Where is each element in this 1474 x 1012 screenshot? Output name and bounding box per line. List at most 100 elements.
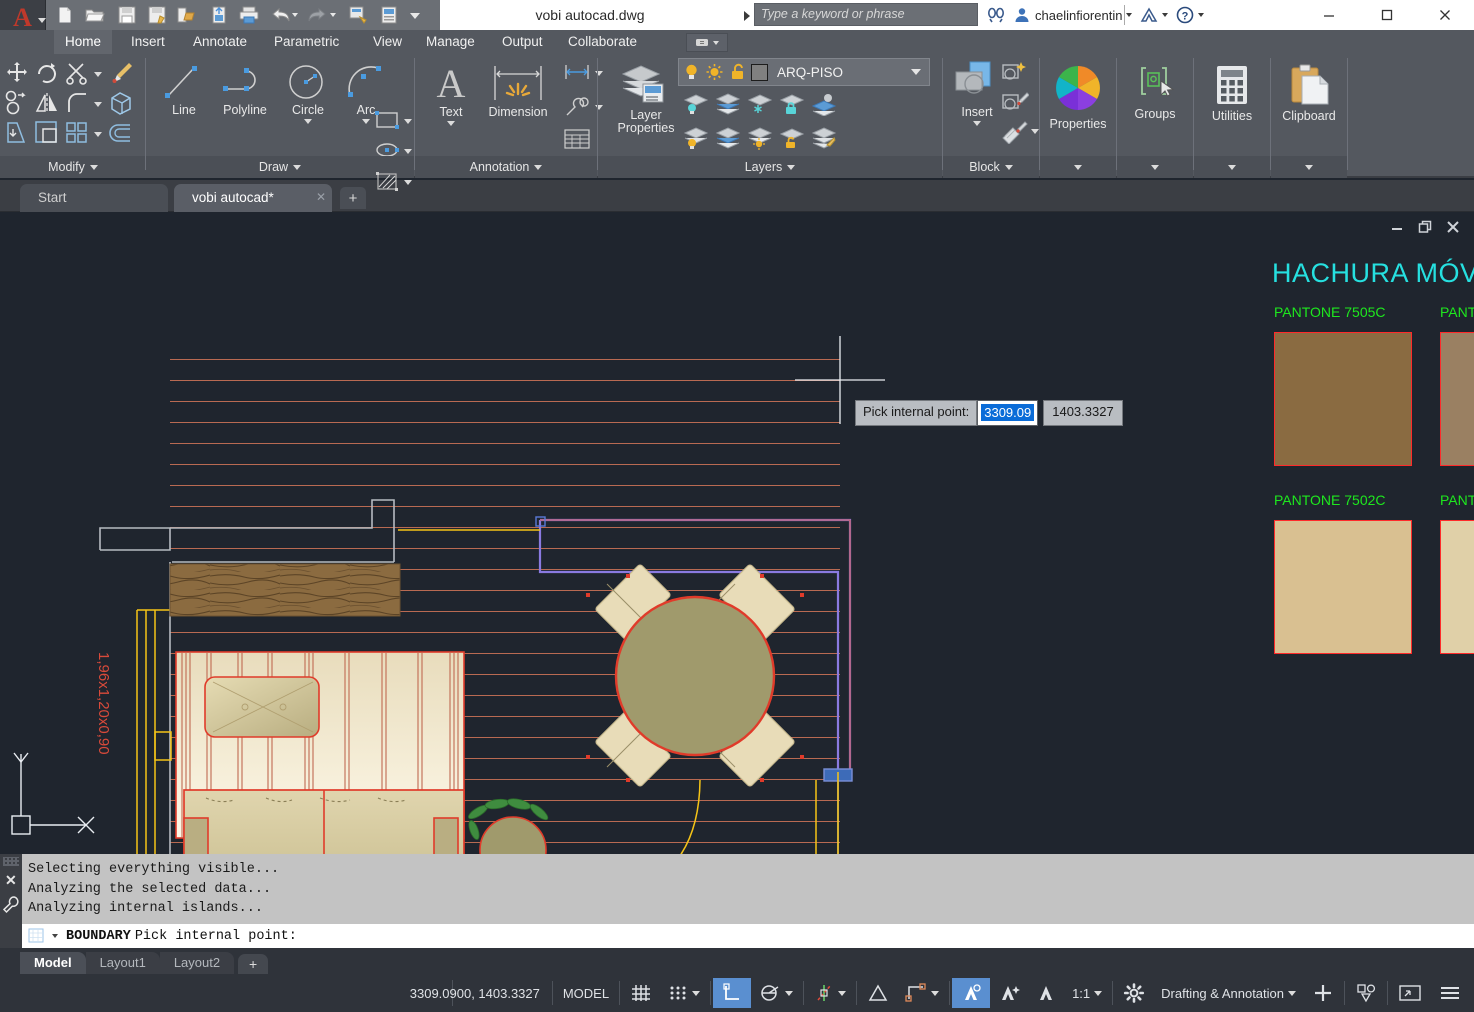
redo-dropdown-icon[interactable]: [330, 13, 336, 17]
customize-wrench-icon[interactable]: [2, 896, 19, 919]
close-icon[interactable]: ✕: [5, 872, 17, 889]
chevron-down-icon[interactable]: [838, 990, 847, 996]
panel-title-layers[interactable]: Layers: [598, 156, 942, 178]
search-input[interactable]: Type a keyword or phrase: [754, 3, 978, 26]
tab-view[interactable]: View: [362, 30, 413, 54]
layer-thaw-all-icon[interactable]: [746, 126, 774, 155]
create-block-icon[interactable]: [1001, 60, 1029, 89]
plot-preview-icon[interactable]: [378, 4, 400, 26]
search-help-icon[interactable]: [982, 0, 1010, 30]
move-icon[interactable]: [4, 60, 30, 91]
chevron-down-icon[interactable]: [692, 990, 701, 996]
tab-home[interactable]: Home: [54, 30, 113, 54]
offset-icon[interactable]: [108, 120, 134, 151]
chevron-down-icon[interactable]: [785, 990, 794, 996]
model-space-button[interactable]: MODEL: [555, 978, 617, 1008]
copy-icon[interactable]: [4, 90, 30, 121]
tool-insert-block[interactable]: Insert: [949, 60, 1005, 126]
dynamic-ucs-toggle[interactable]: [859, 978, 897, 1008]
layer-unlock2-icon[interactable]: [778, 126, 806, 155]
tab-output[interactable]: Output: [491, 30, 554, 54]
panel-title-clipboard[interactable]: [1271, 156, 1347, 178]
tab-parametric[interactable]: Parametric: [263, 30, 350, 54]
layout-tab-layout1[interactable]: Layout1: [85, 952, 160, 974]
layer-match-icon[interactable]: [810, 126, 838, 155]
layer-turn-all-on-icon[interactable]: [682, 126, 710, 155]
arc-dropdown-icon[interactable]: [362, 119, 370, 124]
tool-layer-properties[interactable]: Layer Properties: [610, 60, 682, 135]
polar-tracking-toggle[interactable]: [751, 978, 801, 1008]
plot-icon[interactable]: [238, 4, 260, 26]
autoscale-toggle[interactable]: [990, 978, 1028, 1008]
workspace-selector[interactable]: Drafting & Annotation: [1153, 978, 1304, 1008]
grid-display-toggle[interactable]: [622, 978, 660, 1008]
chevron-down-icon[interactable]: [1094, 990, 1103, 996]
new-file-tab-button[interactable]: +: [340, 187, 366, 209]
redo-icon[interactable]: [306, 4, 328, 26]
3d-box-icon[interactable]: [108, 90, 134, 121]
trim-dropdown-icon[interactable]: [94, 72, 102, 77]
panel-title-properties[interactable]: [1040, 156, 1116, 178]
scale-selector[interactable]: 1:1: [1064, 978, 1110, 1008]
scale-icon[interactable]: [34, 120, 60, 151]
dynamic-input-tooltip[interactable]: Pick internal point: 3309.09 1403.3327: [855, 400, 1123, 426]
panel-title-block[interactable]: Block: [943, 156, 1039, 178]
window-maximize-button[interactable]: [1358, 0, 1416, 30]
fillet-icon[interactable]: [64, 90, 90, 121]
annotation-scale-toggle[interactable]: [1028, 978, 1064, 1008]
array-icon[interactable]: [64, 120, 90, 151]
panel-title-groups[interactable]: [1117, 156, 1193, 178]
tool-groups[interactable]: Groups: [1123, 64, 1187, 121]
open-icon[interactable]: [84, 4, 106, 26]
add-layout-button[interactable]: +: [238, 954, 269, 974]
layer-isolate-icon[interactable]: [682, 92, 710, 121]
tool-dimension[interactable]: Dimension: [477, 62, 559, 119]
command-line[interactable]: ✕ Selecting everything visible... Analyz…: [0, 854, 1474, 948]
file-tab-vobi-autocad[interactable]: vobi autocad* ✕: [174, 184, 332, 212]
search-expand-icon[interactable]: [744, 11, 750, 21]
trim-icon[interactable]: [64, 60, 90, 91]
panel-title-annotation[interactable]: Annotation: [415, 156, 597, 178]
sheet-set-icon[interactable]: [208, 4, 230, 26]
undo-icon[interactable]: [270, 4, 292, 26]
export-icon[interactable]: [176, 4, 198, 26]
block-dropdown-icon[interactable]: [1031, 129, 1039, 134]
command-input[interactable]: BOUNDARY Pick internal point:: [22, 924, 1474, 948]
table-icon[interactable]: [563, 128, 591, 155]
layer-color-swatch[interactable]: [751, 63, 768, 81]
ribbon-minimize-button[interactable]: [686, 33, 728, 52]
coordinates-display[interactable]: 3309.0900, 1403.3327: [400, 978, 550, 1008]
tab-manage[interactable]: Manage: [415, 30, 486, 54]
mirror-icon[interactable]: [34, 90, 60, 121]
chevron-down-icon[interactable]: [52, 934, 58, 938]
panel-title-modify[interactable]: Modify: [0, 156, 146, 178]
ellipse-dropdown-icon[interactable]: [404, 149, 412, 154]
isolate-objects-button[interactable]: [1347, 978, 1385, 1008]
account-button[interactable]: chaelinfiorentin: [1010, 0, 1136, 30]
help-button[interactable]: ?: [1172, 0, 1208, 30]
layout-tab-layout2[interactable]: Layout2: [159, 952, 235, 974]
customize-icon[interactable]: [410, 13, 420, 19]
annotation-visibility-toggle[interactable]: [952, 978, 991, 1008]
layer-combo[interactable]: ARQ-PISO: [678, 58, 930, 86]
edit-block-icon[interactable]: [1001, 90, 1030, 119]
object-snap-toggle[interactable]: [897, 978, 947, 1008]
close-icon[interactable]: ✕: [316, 184, 326, 211]
batch-plot-icon[interactable]: [348, 4, 370, 26]
status-bar-menu-button[interactable]: [1430, 978, 1474, 1008]
tooltip-x-input[interactable]: 3309.09: [977, 400, 1039, 426]
layer-unisolate-icon[interactable]: [714, 126, 742, 155]
tooltip-y-input[interactable]: 1403.3327: [1043, 400, 1123, 426]
customization-button[interactable]: [1304, 978, 1342, 1008]
match-properties-icon[interactable]: [108, 60, 136, 91]
tab-collaborate[interactable]: Collaborate: [557, 30, 648, 54]
window-minimize-button[interactable]: [1300, 0, 1358, 30]
save-as-icon[interactable]: [146, 4, 168, 26]
undo-dropdown-icon[interactable]: [292, 13, 298, 17]
drag-handle-icon[interactable]: [3, 857, 19, 866]
floor-plan-drawing[interactable]: [0, 212, 1262, 854]
ortho-mode-toggle[interactable]: [713, 978, 752, 1008]
layer-make-current-icon[interactable]: [810, 92, 838, 121]
tool-clipboard[interactable]: Clipboard: [1277, 64, 1341, 123]
snap-mode-toggle[interactable]: [660, 978, 708, 1008]
